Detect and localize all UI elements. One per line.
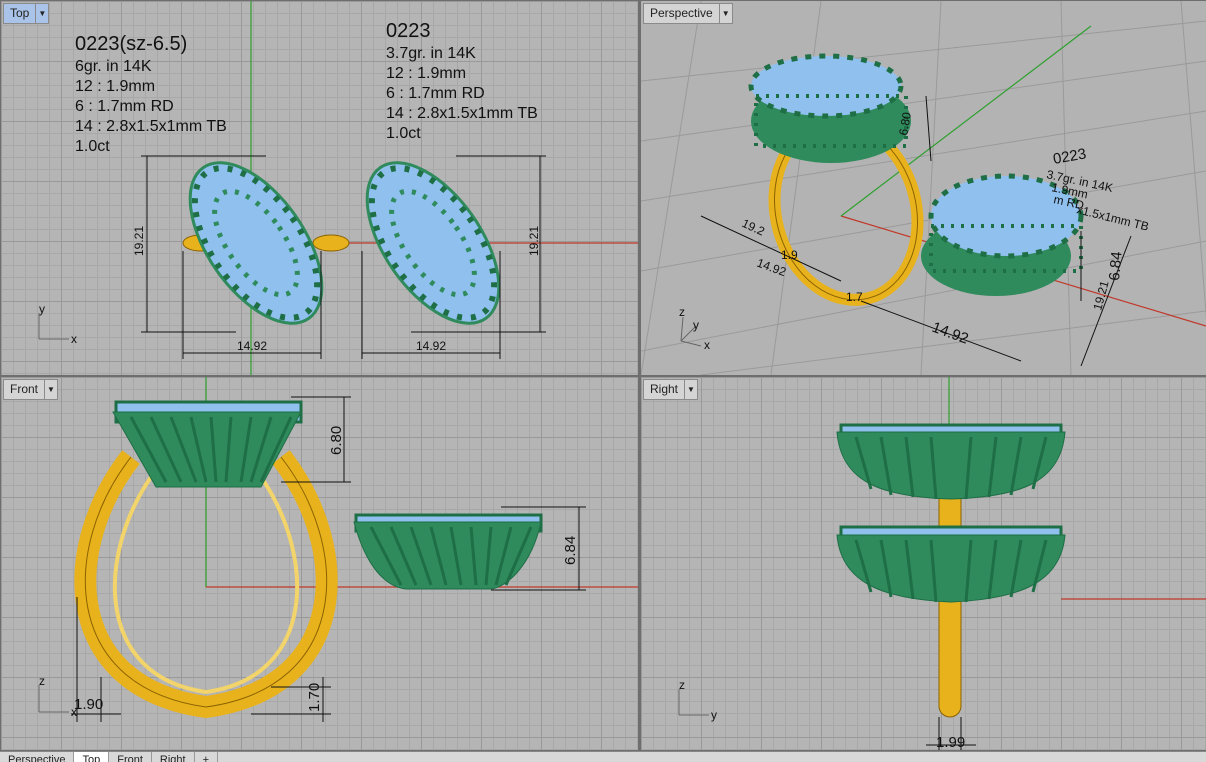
persp-dim-small: 19.2 bbox=[740, 216, 767, 239]
viewport-tab-top[interactable]: Top ▼ bbox=[3, 3, 50, 24]
spec-line: 1.0ct bbox=[75, 138, 110, 155]
ring-right-head-2 bbox=[836, 525, 1066, 603]
right-view-drawing: 1.99 y z bbox=[678, 377, 1206, 750]
persp-dim-height: 6.80 bbox=[896, 111, 914, 137]
spec-line: 1.0ct bbox=[386, 125, 421, 142]
front-viewport[interactable]: Front ▼ 6.80 6.84 1.90 1.70 x z bbox=[1, 377, 638, 750]
ring-front-head-2 bbox=[353, 513, 543, 590]
viewport-label: Front bbox=[10, 382, 39, 396]
viewport-tab-perspective[interactable]: Perspective ▼ bbox=[643, 3, 733, 24]
viewport-label: Top bbox=[10, 6, 30, 20]
chevron-down-icon[interactable]: ▼ bbox=[718, 4, 732, 23]
spec-line: 6 : 1.7mm RD bbox=[75, 98, 174, 115]
dim-width-right: 14.92 bbox=[416, 339, 446, 353]
chevron-down-icon[interactable]: ▼ bbox=[44, 380, 57, 399]
spec-title: 0223 bbox=[386, 20, 431, 42]
axis-x-label: x bbox=[71, 332, 77, 346]
spec-line: 6 : 1.7mm RD bbox=[386, 85, 485, 102]
perspective-drawing: 6.80 19.2 14.92 1.9 1.7 14.92 6.84 19.21… bbox=[641, 1, 1206, 375]
spec-note-left: 0223(sz-6.5) 6gr. in 14K 12 : 1.9mm 6 : … bbox=[75, 31, 227, 157]
front-dim-height-right: 6.84 bbox=[562, 536, 579, 565]
dim-height-right: 19.21 bbox=[527, 226, 541, 256]
axis-z-label: z bbox=[679, 305, 685, 319]
persp-dim-height-right: 6.84 bbox=[1106, 251, 1125, 282]
spec-title: 0223(sz-6.5) bbox=[75, 33, 188, 55]
axis-z-label: z bbox=[679, 678, 685, 692]
axis-z-label: z bbox=[39, 674, 45, 688]
front-view-drawing: 6.80 6.84 1.90 1.70 x z bbox=[38, 377, 638, 722]
viewport-label: Perspective bbox=[650, 6, 713, 20]
viewport-tab-bar: Perspective Top Front Right + bbox=[0, 751, 1206, 762]
spec-line: 3.7gr. in 14K bbox=[386, 45, 476, 62]
right-viewport[interactable]: Right ▼ 1.99 y z bbox=[641, 377, 1206, 750]
axis-y-label: y bbox=[711, 708, 717, 722]
spec-line: 14 : 2.8x1.5x1mm TB bbox=[75, 118, 227, 135]
ring-right-head-1 bbox=[836, 423, 1066, 500]
top-viewport[interactable]: Top ▼ 0223(sz-6.5) 6gr. in 14K 12 : 1.9m… bbox=[1, 1, 638, 375]
axis-x-label: x bbox=[704, 338, 710, 352]
axis-y-label: y bbox=[693, 318, 699, 332]
chevron-down-icon[interactable]: ▼ bbox=[684, 380, 697, 399]
spec-line: 12 : 1.9mm bbox=[386, 65, 467, 82]
front-dim-height: 6.80 bbox=[328, 426, 345, 455]
persp-note: 0223 bbox=[1052, 145, 1088, 168]
front-dim-shank: 1.90 bbox=[74, 696, 103, 713]
dim-height-left: 19.21 bbox=[132, 226, 146, 256]
perspective-viewport[interactable]: Perspective ▼ 6.80 19.2 14.92 1.9 1.7 14… bbox=[641, 1, 1206, 375]
persp-label-b: 1.7 bbox=[846, 290, 863, 304]
persp-note: x1.5x1mm TB bbox=[1075, 202, 1150, 233]
spec-line: 14 : 2.8x1.5x1mm TB bbox=[386, 105, 538, 122]
persp-label-a: 1.9 bbox=[781, 248, 798, 262]
right-dim-shank: 1.99 bbox=[936, 734, 965, 750]
ring-persp-1 bbox=[748, 53, 911, 163]
axis-x-label: x bbox=[71, 705, 77, 719]
spec-note-right: 0223 3.7gr. in 14K 12 : 1.9mm 6 : 1.7mm … bbox=[386, 18, 538, 144]
dim-width-left: 14.92 bbox=[237, 339, 267, 353]
ring-front-head bbox=[112, 400, 303, 488]
front-dim-shank-h: 1.70 bbox=[306, 683, 323, 712]
spec-line: 6gr. in 14K bbox=[75, 58, 152, 75]
chevron-down-icon[interactable]: ▼ bbox=[35, 4, 48, 23]
viewport-tab-front[interactable]: Front ▼ bbox=[3, 379, 59, 400]
axis-y-label: y bbox=[39, 302, 45, 316]
spec-line: 12 : 1.9mm bbox=[75, 78, 156, 95]
viewport-label: Right bbox=[650, 382, 679, 396]
viewport-tab-right[interactable]: Right ▼ bbox=[643, 379, 699, 400]
